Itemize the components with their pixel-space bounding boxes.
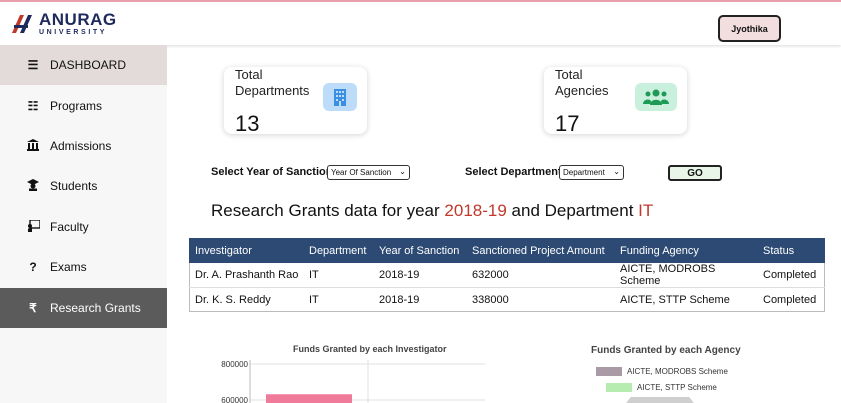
legend-label: AICTE, MODROBS Scheme [627,367,728,376]
table-row: Dr. A. Prashanth Rao IT 2018-19 632000 A… [189,263,825,288]
column-header: Status [757,238,825,263]
column-header: Sanctioned Project Amount [466,238,614,263]
brand-sub: UNIVERSITY [39,29,108,36]
sidebar-item-label: Students [50,179,98,193]
total-departments-card: Total Departments 13 [224,67,367,136]
table-header-row: Investigator Department Year of Sanction… [189,238,825,263]
heading-department: IT [638,201,654,220]
sidebar-item-students[interactable]: Students [0,166,167,206]
card-value: 13 [235,111,260,136]
menu-icon: ☰ [27,58,39,72]
y-tick-label: 800000 [221,360,248,369]
rupee-icon: ₹ [29,301,37,315]
column-header: Funding Agency [614,238,757,263]
teacher-icon [26,218,41,235]
sidebar-item-faculty[interactable]: Faculty [0,207,167,247]
department-select-value: Department [563,168,605,177]
table-cell: 338000 [472,293,509,306]
table-cell: IT [303,263,373,288]
table-cell: Completed [757,263,825,288]
pie-chart [626,397,694,403]
go-button[interactable]: GO [668,165,722,181]
table-cell: Dr. K. S. Reddy [195,293,271,306]
heading-year: 2018-19 [444,201,507,220]
sidebar-item-dashboard[interactable]: ☰ DASHBOARD [0,45,167,85]
heading-middle: and Department [511,201,634,220]
users-icon [635,83,677,111]
card-value: 17 [555,111,580,136]
legend-label: AICTE, STTP Scheme [637,383,717,392]
sidebar-item-label: Exams [50,260,87,274]
sidebar-item-label: DASHBOARD [50,58,127,72]
table-cell: 2018-19 [379,293,420,306]
year-filter-label: Select Year of Sanction: [211,166,337,178]
building-icon [323,83,357,111]
total-agencies-card: Total Agencies 17 [544,67,687,136]
page-title: Research Grants data for year 2018-19 an… [211,201,653,221]
user-profile-button[interactable]: Jyothika [718,15,781,42]
bar-mark [266,394,352,403]
bar-chart: 800000 600000 [221,360,485,403]
table-cell: AICTE, MODROBS Scheme [614,263,757,288]
chevron-down-icon: ⌄ [613,167,620,176]
sidebar-item-label: Research Grants [50,301,141,315]
year-select-value: Year Of Sanction [331,168,392,177]
table-cell: 2018-19 [373,263,466,288]
sidebar-item-admissions[interactable]: Admissions [0,126,167,166]
top-bar: ANURAG UNIVERSITY Jyothika [0,0,841,45]
sidebar-item-label: Admissions [50,139,112,153]
brand-name: ANURAG [39,10,117,29]
sidebar-item-label: Programs [50,99,103,113]
year-select[interactable]: Year Of Sanction ⌄ [327,165,410,180]
table-cell: IT [309,293,319,306]
department-select[interactable]: Department ⌄ [559,165,624,180]
sidebar-item-label: Faculty [50,220,89,234]
sidebar: ☰ DASHBOARD ☷ Programs Admissions Studen… [0,45,167,403]
student-icon [26,178,40,194]
sidebar-item-research-grants[interactable]: ₹ Research Grants [0,288,167,328]
column-header: Year of Sanction [373,238,466,263]
department-filter-label: Select Department: [465,166,566,178]
table-cell: 632000 [466,263,614,288]
card-title: Total Departments [235,67,310,98]
institution-icon [26,138,40,154]
pie-slice [626,397,694,403]
table-cell: Completed [763,293,817,306]
table-cell: Dr. A. Prashanth Rao [189,263,303,288]
column-header: Investigator [189,238,303,263]
university-logo[interactable]: ANURAG UNIVERSITY [10,11,117,36]
pie-chart-title: Funds Granted by each Agency [591,345,741,356]
column-header: Department [303,238,373,263]
logo-icon [12,14,32,33]
legend-swatch [606,383,632,392]
card-title: Total Agencies [555,67,609,98]
heading-prefix: Research Grants data for year [211,201,440,220]
sidebar-item-exams[interactable]: ? Exams [0,247,167,287]
sidebar-item-programs[interactable]: ☷ Programs [0,86,167,126]
grants-table: Investigator Department Year of Sanction… [189,238,825,312]
legend-swatch [596,367,622,376]
list-icon: ☷ [27,99,39,113]
y-tick-label: 600000 [221,396,248,403]
table-row: Dr. K. S. Reddy IT 2018-19 338000 AICTE,… [189,288,825,312]
table-cell: AICTE, STTP Scheme [620,293,730,306]
question-icon: ? [29,260,37,274]
chevron-down-icon: ⌄ [399,167,406,176]
